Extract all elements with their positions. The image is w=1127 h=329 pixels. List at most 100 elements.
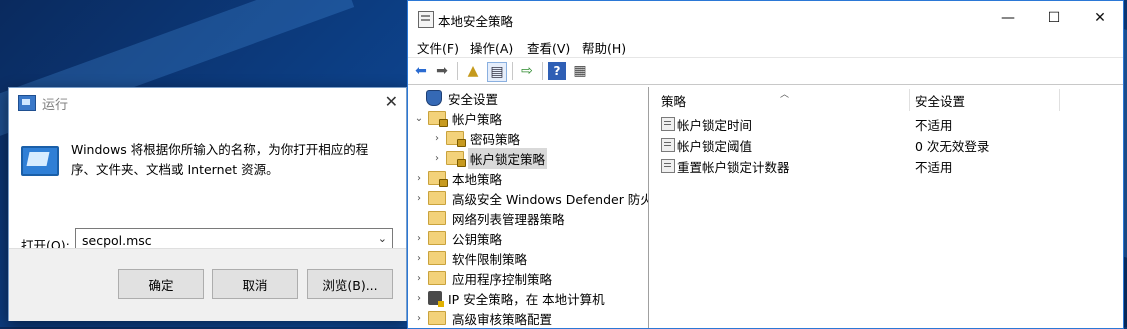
command-value: secpol.msc	[82, 233, 152, 248]
tree-item-password-policy[interactable]: › 密码策略	[430, 128, 522, 148]
back-icon[interactable]: ⬅	[412, 62, 430, 80]
toolbar-separator	[457, 62, 458, 80]
menubar: 文件(F) 操作(A) 查看(V) 帮助(H)	[408, 35, 1123, 57]
folder-icon	[428, 311, 446, 325]
tree-item-application-control[interactable]: › 应用程序控制策略	[412, 268, 554, 288]
menu-file[interactable]: 文件(F)	[417, 38, 459, 57]
maximize-icon[interactable]: ☐	[1031, 1, 1077, 35]
tree-item-ip-security[interactable]: › IP 安全策略，在 本地计算机	[412, 288, 607, 308]
policy-list-pane: ︿ 策略 安全设置 帐户锁定时间 不适用 帐户锁定阈值 0 次无效登录 重置帐户…	[649, 87, 1123, 328]
tree-pane: 安全设置 ⌄ 帐户策略 › 密码策略 › 帐户锁定策略 › 本地策略 › 高级安…	[408, 87, 649, 328]
run-icon	[21, 146, 59, 176]
close-icon[interactable]: ✕	[1077, 1, 1123, 35]
run-titlebar: 运行 ✕	[9, 88, 406, 118]
run-body: Windows 将根据你所输入的名称，为你打开相应的程序、文件夹、文档或 Int…	[9, 118, 406, 254]
run-title: 运行	[42, 97, 69, 113]
export-list-icon[interactable]: ⇨	[518, 62, 536, 80]
policy-icon	[661, 138, 675, 152]
ip-security-icon	[428, 291, 444, 307]
chevron-right-icon[interactable]: ›	[430, 153, 444, 164]
list-row[interactable]: 帐户锁定时间 不适用	[649, 113, 1123, 133]
mmc-titlebar: 本地安全策略 — ☐ ✕	[408, 1, 1123, 35]
panes: 安全设置 ⌄ 帐户策略 › 密码策略 › 帐户锁定策略 › 本地策略 › 高级安…	[408, 87, 1123, 328]
tree-item-security-settings[interactable]: 安全设置	[410, 88, 500, 108]
toolbar: ⬅ ➡ ▲ ▤ ⇨ ? ▦	[408, 57, 1123, 85]
tree-item-label: 网络列表管理器策略	[452, 211, 565, 227]
policy-name: 重置帐户锁定计数器	[677, 160, 790, 175]
tree-item-label: 高级安全 Windows Defender 防火墙	[452, 191, 649, 207]
policy-icon	[661, 117, 675, 131]
list-row[interactable]: 重置帐户锁定计数器 不适用	[649, 155, 1123, 175]
chevron-right-icon[interactable]: ›	[412, 253, 426, 264]
run-description: Windows 将根据你所输入的名称，为你打开相应的程序、文件夹、文档或 Int…	[71, 142, 369, 177]
run-app-icon	[18, 95, 36, 111]
folder-icon	[428, 211, 446, 225]
help-icon[interactable]: ?	[548, 62, 566, 80]
column-header-setting[interactable]: 安全设置	[915, 89, 1055, 111]
up-folder-icon[interactable]: ▲	[464, 62, 482, 80]
forward-icon[interactable]: ➡	[433, 62, 451, 80]
chevron-down-icon[interactable]: ⌄	[412, 113, 426, 124]
local-security-policy-window: 本地安全策略 — ☐ ✕ 文件(F) 操作(A) 查看(V) 帮助(H) ⬅ ➡…	[407, 0, 1124, 329]
folder-lock-icon	[446, 151, 466, 167]
chevron-right-icon[interactable]: ›	[412, 273, 426, 284]
browse-button[interactable]: 浏览(B)...	[307, 269, 393, 299]
policy-setting: 0 次无效登录	[915, 139, 990, 154]
ok-button[interactable]: 确定	[118, 269, 204, 299]
toolbar-separator	[542, 62, 543, 80]
tree-item-label: 公钥策略	[452, 231, 503, 247]
menu-action[interactable]: 操作(A)	[470, 38, 513, 57]
chevron-right-icon[interactable]: ›	[412, 233, 426, 244]
tree-item-label: 安全设置	[448, 91, 499, 107]
tree-item-advanced-audit[interactable]: › 高级审核策略配置	[412, 308, 554, 328]
tree-item-label: IP 安全策略，在 本地计算机	[448, 291, 605, 307]
tree-item-label: 帐户锁定策略	[468, 147, 548, 169]
tree-item-label: 应用程序控制策略	[452, 271, 553, 287]
chevron-down-icon[interactable]: ⌄	[378, 232, 387, 245]
menu-help[interactable]: 帮助(H)	[582, 38, 626, 57]
window-title: 本地安全策略	[438, 14, 514, 29]
tree-item-label: 密码策略	[470, 131, 521, 147]
tree-item-public-key-policies[interactable]: › 公钥策略	[412, 228, 504, 248]
tree-item-label: 高级审核策略配置	[452, 311, 553, 327]
chevron-right-icon[interactable]: ›	[412, 313, 426, 324]
folder-icon	[428, 251, 446, 265]
tree-item-software-restriction[interactable]: › 软件限制策略	[412, 248, 529, 268]
chevron-right-icon[interactable]: ›	[412, 293, 426, 304]
tree-item-label: 本地策略	[452, 171, 503, 187]
folder-icon	[428, 271, 446, 285]
chevron-right-icon[interactable]: ›	[412, 173, 426, 184]
policy-setting: 不适用	[915, 160, 953, 175]
column-header-policy[interactable]: 策略	[661, 89, 905, 111]
tree-item-label: 帐户策略	[452, 111, 503, 127]
list-row[interactable]: 帐户锁定阈值 0 次无效登录	[649, 134, 1123, 154]
folder-icon	[428, 231, 446, 245]
folder-lock-icon	[446, 131, 466, 147]
minimize-icon[interactable]: —	[985, 1, 1031, 35]
folder-icon	[428, 191, 446, 205]
tree-item-account-lockout-policy[interactable]: › 帐户锁定策略	[430, 147, 548, 169]
run-footer: 确定 取消 浏览(B)...	[9, 248, 406, 321]
folder-lock-icon	[428, 111, 448, 127]
cancel-button[interactable]: 取消	[212, 269, 298, 299]
show-hide-tree-icon[interactable]: ▤	[487, 62, 507, 82]
toolbar-separator	[512, 62, 513, 80]
chevron-right-icon[interactable]: ›	[430, 133, 444, 144]
close-icon[interactable]: ✕	[385, 94, 398, 110]
menu-view[interactable]: 查看(V)	[527, 38, 570, 57]
policy-name: 帐户锁定阈值	[677, 139, 753, 154]
tree-item-account-policies[interactable]: ⌄ 帐户策略	[412, 108, 504, 128]
policy-name: 帐户锁定时间	[677, 118, 753, 133]
tree-item-local-policies[interactable]: › 本地策略	[412, 168, 504, 188]
policy-setting: 不适用	[915, 118, 953, 133]
folder-lock-icon	[428, 171, 448, 187]
policy-app-icon	[418, 11, 434, 28]
tree-item-network-list-manager[interactable]: 网络列表管理器策略	[412, 208, 567, 228]
policy-icon	[661, 159, 675, 173]
tree-item-defender-firewall[interactable]: › 高级安全 Windows Defender 防火墙	[412, 188, 649, 208]
column-separator	[1059, 89, 1060, 111]
properties-icon[interactable]: ▦	[571, 62, 589, 80]
column-separator	[909, 89, 910, 111]
chevron-right-icon[interactable]: ›	[412, 193, 426, 204]
run-dialog: 运行 ✕ Windows 将根据你所输入的名称，为你打开相应的程序、文件夹、文档…	[8, 87, 407, 321]
